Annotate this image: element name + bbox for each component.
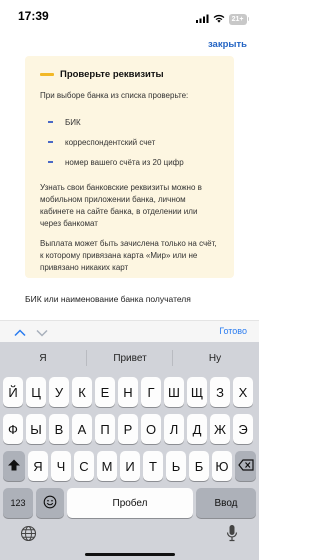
key-14[interactable]: В xyxy=(49,414,69,444)
list-item: номер вашего счёта из 20 цифр xyxy=(40,152,219,172)
chevron-down-icon[interactable] xyxy=(36,325,48,343)
signal-icon xyxy=(195,10,209,28)
suggestion-divider xyxy=(172,350,173,366)
status-bar: 17:39 21+ xyxy=(0,0,259,32)
key-17[interactable]: Р xyxy=(118,414,138,444)
battery-tip xyxy=(247,17,249,21)
info-title: Проверьте реквизиты xyxy=(60,69,164,80)
shift-key[interactable] xyxy=(3,451,25,481)
chevron-up-icon[interactable] xyxy=(14,325,26,343)
bank-field-label: БИК или наименование банка получателя xyxy=(25,294,191,304)
globe-icon[interactable] xyxy=(20,525,37,547)
key-7[interactable]: Г xyxy=(141,377,161,407)
info-paragraph-requisites: Узнать свои банковские реквизиты можно в… xyxy=(40,183,202,228)
key-13[interactable]: Ы xyxy=(26,414,46,444)
shift-icon xyxy=(7,458,21,475)
emoji-key[interactable] xyxy=(36,488,64,518)
info-card: Проверьте реквизиты При выборе банка из … xyxy=(25,56,234,278)
list-item-text: номер вашего счёта из 20 цифр xyxy=(65,157,184,167)
key-18[interactable]: О xyxy=(141,414,161,444)
list-item-text: корреспондентский счет xyxy=(65,137,156,147)
key-5[interactable]: Е xyxy=(95,377,115,407)
dash-bullet xyxy=(48,141,53,143)
key-12[interactable]: Ф xyxy=(3,414,23,444)
numbers-key[interactable]: 123 xyxy=(3,488,33,518)
key-19[interactable]: Л xyxy=(164,414,184,444)
info-list: БИК корреспондентский счет номер вашего … xyxy=(40,112,219,172)
key-3[interactable]: У xyxy=(49,377,69,407)
key-28[interactable]: Т xyxy=(143,451,163,481)
battery-icon: 21+ xyxy=(228,13,247,25)
suggestion-2[interactable]: Привет xyxy=(100,353,160,364)
list-item: корреспондентский счет xyxy=(40,132,219,152)
space-key[interactable]: Пробел xyxy=(67,488,193,518)
key-2[interactable]: Ц xyxy=(26,377,46,407)
key-21[interactable]: Ж xyxy=(210,414,230,444)
done-button[interactable]: Готово xyxy=(219,326,247,336)
emoji-icon xyxy=(43,495,57,512)
key-6[interactable]: Н xyxy=(118,377,138,407)
info-title-row: Проверьте реквизиты xyxy=(40,69,219,80)
key-20[interactable]: Д xyxy=(187,414,207,444)
list-item-text: БИК xyxy=(65,117,81,127)
home-indicator xyxy=(85,553,175,556)
status-icons: 21+ xyxy=(195,10,249,28)
key-29[interactable]: Ь xyxy=(166,451,186,481)
key-23[interactable]: Я xyxy=(28,451,48,481)
key-10[interactable]: З xyxy=(210,377,230,407)
suggestion-divider xyxy=(86,350,87,366)
keyboard: Я Привет Ну Й Ц У К Е Н Г Ш Щ З Х Ф Ы В … xyxy=(0,342,259,560)
key-8[interactable]: Ш xyxy=(164,377,184,407)
key-1[interactable]: Й xyxy=(3,377,23,407)
key-22[interactable]: Э xyxy=(233,414,253,444)
key-31[interactable]: Ю xyxy=(212,451,232,481)
info-paragraph-payout: Выплата может быть зачислена только на с… xyxy=(40,239,217,272)
wifi-icon xyxy=(213,10,225,28)
status-time: 17:39 xyxy=(18,9,49,23)
microphone-icon[interactable] xyxy=(226,524,238,547)
suggestion-1[interactable]: Я xyxy=(30,353,56,364)
list-item: БИК xyxy=(40,112,219,132)
info-intro: При выборе банка из списка проверьте: xyxy=(40,91,189,100)
key-26[interactable]: М xyxy=(97,451,117,481)
suggestion-3[interactable]: Ну xyxy=(202,353,228,364)
key-25[interactable]: С xyxy=(74,451,94,481)
backspace-icon xyxy=(237,458,254,474)
key-9[interactable]: Щ xyxy=(187,377,207,407)
enter-key[interactable]: Ввод xyxy=(196,488,256,518)
key-4[interactable]: К xyxy=(72,377,92,407)
backspace-key[interactable] xyxy=(235,451,256,481)
key-24[interactable]: Ч xyxy=(51,451,71,481)
close-button[interactable]: закрыть xyxy=(208,39,247,50)
key-30[interactable]: Б xyxy=(189,451,209,481)
suggestion-bar: Я Привет Ну xyxy=(0,342,259,374)
input-accessory-bar: Готово xyxy=(0,320,259,342)
key-27[interactable]: И xyxy=(120,451,140,481)
key-16[interactable]: П xyxy=(95,414,115,444)
key-15[interactable]: А xyxy=(72,414,92,444)
info-marker xyxy=(40,73,54,76)
dash-bullet xyxy=(48,121,53,123)
key-11[interactable]: Х xyxy=(233,377,253,407)
dash-bullet xyxy=(48,161,53,163)
